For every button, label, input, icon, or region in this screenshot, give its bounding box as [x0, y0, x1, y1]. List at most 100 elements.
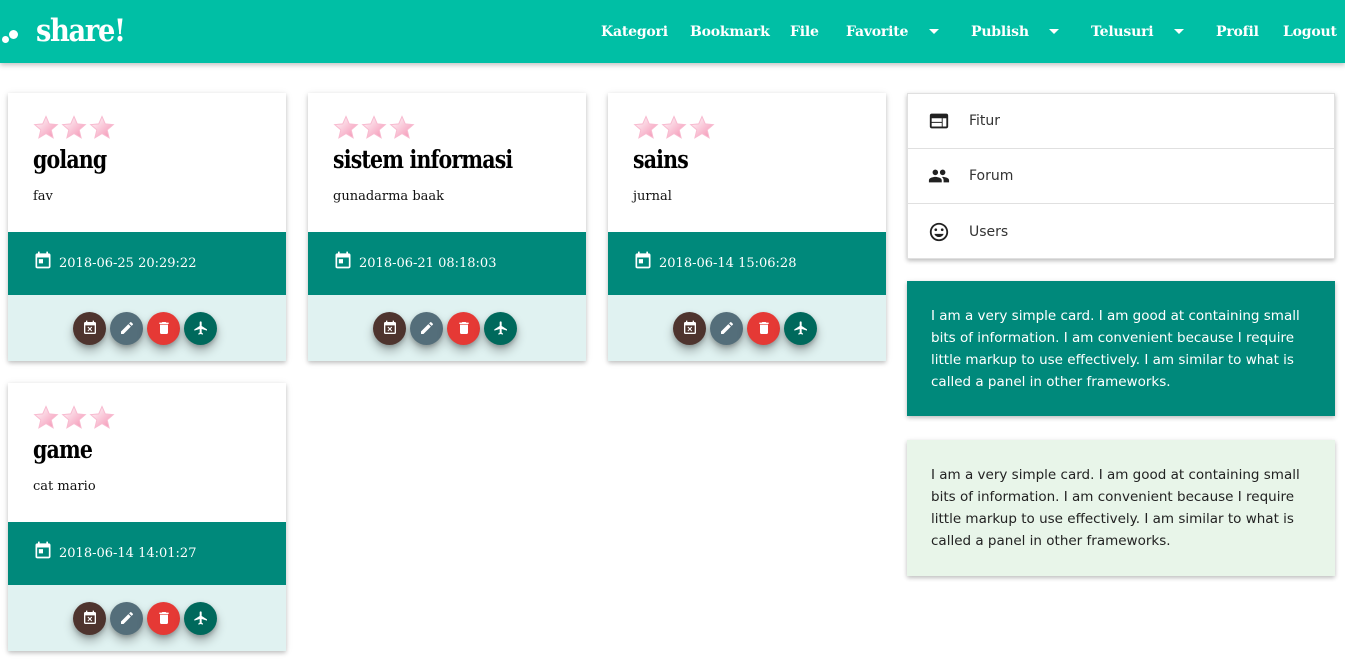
nav-publish-dropdown[interactable]: Publish [971, 0, 1059, 63]
menu-item-label: Forum [969, 168, 1014, 184]
card-date-band: 2018-06-25 20:29:22 [8, 232, 286, 295]
nav-logout[interactable]: Logout [1283, 0, 1337, 63]
edit-button[interactable] [110, 311, 143, 345]
edit-button[interactable] [710, 311, 743, 345]
nav-logout-label: Logout [1283, 23, 1337, 40]
smiley-icon [929, 222, 949, 241]
card-date: 2018-06-21 08:18:03 [359, 256, 497, 271]
card-date: 2018-06-14 14:01:27 [59, 546, 197, 561]
pencil-icon [720, 321, 733, 334]
card-title: game [33, 435, 93, 464]
card-title: sistem informasi [333, 145, 513, 174]
card-actions [8, 295, 286, 361]
star-icon [689, 115, 715, 139]
star-icon [633, 115, 659, 139]
card-date: 2018-06-14 15:06:28 [659, 256, 797, 271]
unschedule-button[interactable] [373, 311, 406, 345]
nav-telusuri-dropdown[interactable]: Telusuri [1091, 0, 1185, 63]
delete-button[interactable] [447, 311, 480, 345]
edit-button[interactable] [110, 601, 143, 635]
calendar-icon [335, 251, 351, 268]
nav-bookmark[interactable]: Bookmark [690, 0, 770, 63]
airplane-icon [193, 321, 207, 335]
nav-profil-label: Profil [1216, 23, 1259, 40]
calendar-icon [35, 541, 51, 558]
unschedule-button[interactable] [673, 311, 706, 345]
menu-item-label: Fitur [969, 113, 1001, 129]
unschedule-button[interactable] [73, 601, 106, 635]
rating-stars [633, 115, 715, 139]
nav-file[interactable]: File [790, 0, 819, 63]
publish-button[interactable] [484, 311, 517, 345]
pencil-icon [120, 611, 133, 624]
menu-item-fitur[interactable]: Fitur [908, 94, 1334, 149]
nav-favorite-label: Favorite [846, 23, 909, 40]
calendar-remove-icon [683, 320, 696, 334]
nav-telusuri-label: Telusuri [1091, 23, 1154, 40]
card-subtitle: fav [33, 189, 53, 204]
trash-icon [158, 612, 169, 624]
star-icon [361, 115, 387, 139]
card-title: golang [33, 145, 107, 174]
star-icon [33, 115, 59, 139]
star-icon [61, 405, 87, 429]
unschedule-button[interactable] [73, 311, 106, 345]
card-title: sains [633, 145, 689, 174]
nav-favorite-dropdown[interactable]: Favorite [846, 0, 940, 63]
navbar: share! Kategori Bookmark File Favorite P… [0, 0, 1345, 63]
menu-item-users[interactable]: Users [908, 204, 1334, 259]
card-date: 2018-06-25 20:29:22 [59, 256, 197, 271]
caret-down-icon [1174, 29, 1185, 34]
trash-icon [458, 322, 469, 334]
menu-item-forum[interactable]: Forum [908, 149, 1334, 204]
card-date-band: 2018-06-21 08:18:03 [308, 232, 586, 295]
publish-button[interactable] [184, 311, 217, 345]
bookmark-card: sains jurnal 2018-06-14 15:06:28 [608, 93, 886, 361]
nav-kategori[interactable]: Kategori [601, 0, 668, 63]
card-subtitle: gunadarma baak [333, 189, 445, 204]
calendar-icon [635, 251, 651, 268]
brand-name: share! [36, 13, 126, 49]
rating-stars [33, 115, 115, 139]
nav-bookmark-label: Bookmark [690, 23, 770, 40]
star-icon [389, 115, 415, 139]
info-card-light: I am a very simple card. I am good at co… [907, 440, 1335, 576]
trash-icon [758, 322, 769, 334]
people-icon [928, 169, 950, 183]
publish-button[interactable] [784, 311, 817, 345]
caret-down-icon [1048, 29, 1059, 34]
trash-icon [158, 322, 169, 334]
rating-stars [333, 115, 415, 139]
nav-publish-label: Publish [971, 23, 1029, 40]
delete-button[interactable] [147, 601, 180, 635]
star-icon [61, 115, 87, 139]
brand-logo[interactable]: share! [0, 8, 137, 54]
side-menu: Fitur Forum Users [907, 93, 1335, 259]
web-icon [929, 113, 949, 129]
card-actions [8, 585, 286, 651]
star-icon [89, 115, 115, 139]
card-date-band: 2018-06-14 14:01:27 [8, 522, 286, 585]
delete-button[interactable] [747, 311, 780, 345]
star-icon [661, 115, 687, 139]
bookmark-card: sistem informasi gunadarma baak 2018-06-21… [308, 93, 586, 361]
pencil-icon [120, 321, 133, 334]
bookmark-card: game cat mario 2018-06-14 14:01:27 [8, 383, 286, 651]
publish-button[interactable] [184, 601, 217, 635]
star-icon [33, 405, 59, 429]
nav-file-label: File [790, 23, 819, 40]
card-actions [308, 295, 586, 361]
star-icon [333, 115, 359, 139]
nav-kategori-label: Kategori [601, 23, 668, 40]
card-date-band: 2018-06-14 15:06:28 [608, 232, 886, 295]
rating-stars [33, 405, 115, 429]
airplane-icon [493, 321, 507, 335]
nav-profil[interactable]: Profil [1216, 0, 1259, 63]
delete-button[interactable] [147, 311, 180, 345]
edit-button[interactable] [410, 311, 443, 345]
calendar-remove-icon [83, 610, 96, 624]
pencil-icon [420, 321, 433, 334]
card-subtitle: jurnal [633, 189, 672, 204]
caret-down-icon [929, 29, 940, 34]
calendar-remove-icon [83, 320, 96, 334]
